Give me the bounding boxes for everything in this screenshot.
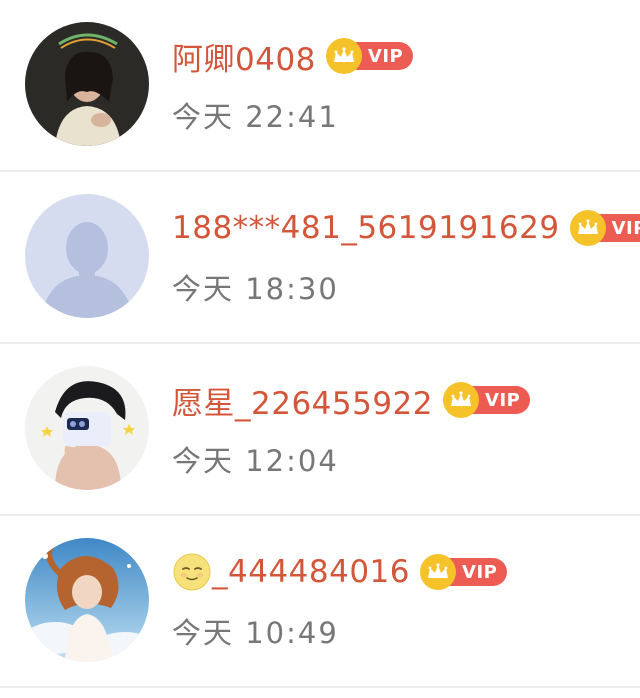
smiling-moon-face-icon (172, 552, 212, 592)
vip-label: VIP (471, 386, 531, 414)
anime-girl-avatar-icon (25, 538, 149, 662)
list-item[interactable]: 愿星_226455922 VIP 今天 12:04 (0, 344, 640, 516)
avatar[interactable] (25, 22, 149, 146)
visitor-list: 阿卿0408 VIP 今天 22:41 188***481_5619191629 (0, 0, 640, 688)
vip-badge: VIP (420, 554, 508, 590)
avatar[interactable] (25, 366, 149, 490)
vip-badge: VIP (569, 210, 640, 246)
vip-badge: VIP (325, 38, 414, 74)
name-line: 阿卿0408 VIP (172, 34, 414, 79)
visit-time: 今天 12:04 (172, 444, 339, 478)
list-item[interactable]: 阿卿0408 VIP 今天 22:41 (0, 0, 640, 172)
user-name[interactable]: _444484016 (212, 554, 410, 590)
crown-icon (420, 554, 457, 590)
crown-icon (325, 38, 362, 74)
crown-icon (443, 382, 480, 418)
name-line: _444484016 VIP (172, 550, 508, 594)
vip-label: VIP (353, 42, 414, 70)
visit-time: 今天 10:49 (172, 616, 339, 650)
user-name[interactable]: 188***481_5619191629 (172, 210, 560, 246)
visit-time: 今天 18:30 (172, 272, 339, 306)
crown-icon (569, 210, 606, 246)
list-item[interactable]: _444484016 VIP 今天 10:49 (0, 516, 640, 688)
user-name[interactable]: 愿星_226455922 (172, 378, 433, 423)
default-person-avatar-icon (25, 194, 149, 318)
vip-label: VIP (448, 558, 508, 586)
avatar[interactable] (25, 538, 149, 662)
user-name[interactable]: 阿卿0408 (172, 34, 316, 79)
name-line: 愿星_226455922 VIP (172, 378, 531, 423)
phone-selfie-avatar-icon (25, 366, 149, 490)
visit-time: 今天 22:41 (172, 100, 339, 134)
list-item[interactable]: 188***481_5619191629 VIP 今天 18:30 (0, 172, 640, 344)
vip-badge: VIP (443, 382, 531, 418)
avatar[interactable] (25, 194, 149, 318)
woman-photo-avatar-icon (25, 22, 149, 146)
name-line: 188***481_5619191629 VIP (172, 206, 640, 250)
